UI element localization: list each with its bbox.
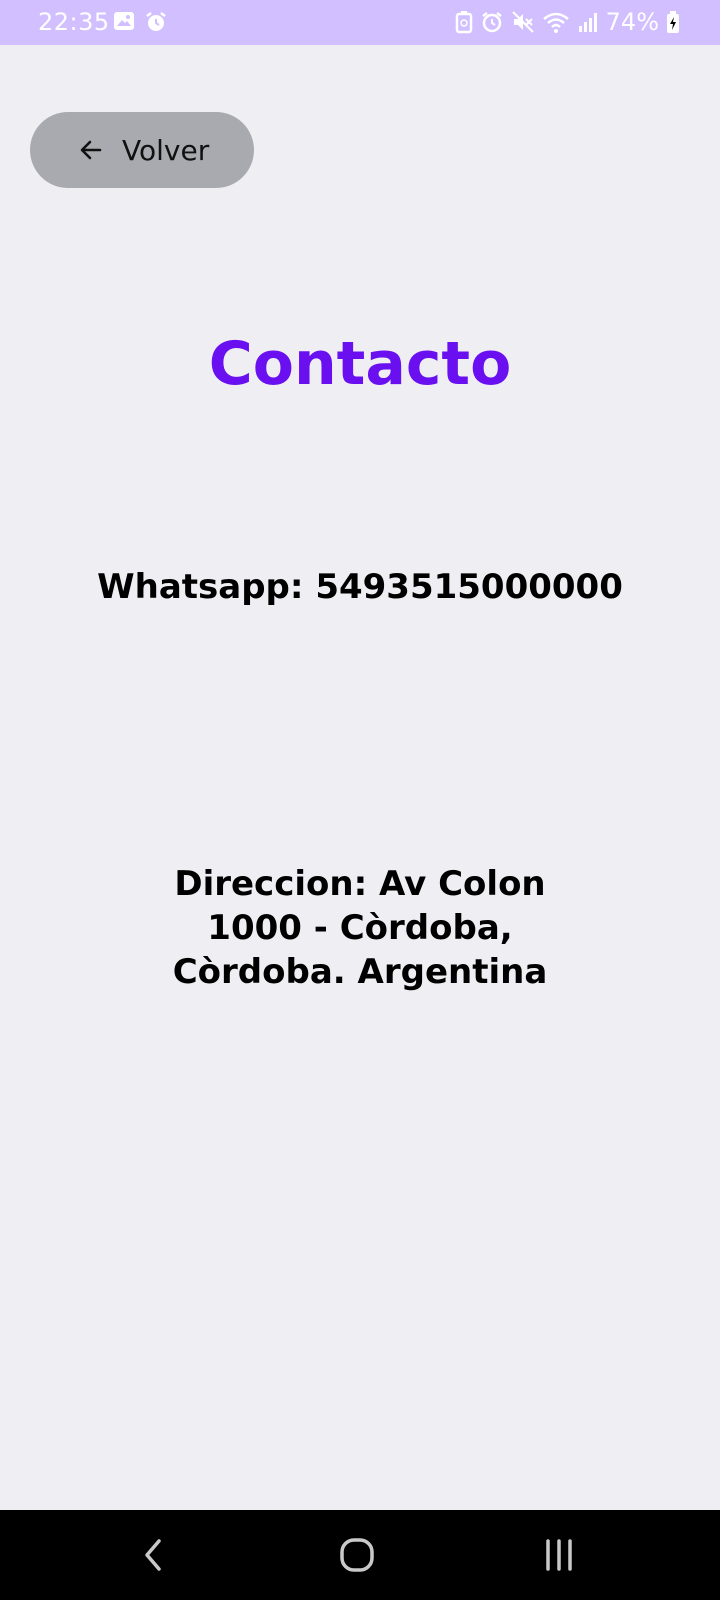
wifi-icon (542, 10, 570, 34)
recents-nav-icon[interactable] (529, 1530, 589, 1580)
battery-saver-icon (455, 10, 473, 34)
whatsapp-contact: Whatsapp: 5493515000000 (97, 567, 623, 607)
status-left-icons (113, 10, 168, 34)
arrow-left-icon (78, 137, 104, 163)
status-time: 22:35 (38, 8, 110, 36)
battery-percentage: 74% (605, 8, 659, 36)
home-nav-icon[interactable] (327, 1530, 387, 1580)
back-nav-icon[interactable] (124, 1530, 184, 1580)
alarm-icon (480, 10, 504, 34)
status-bar: 22:35 74% (0, 0, 720, 45)
battery-charging-icon (666, 10, 680, 34)
back-button[interactable]: Volver (30, 112, 254, 188)
image-icon (113, 10, 135, 34)
page-title: Contacto (208, 329, 512, 399)
status-right: 74% (455, 7, 680, 37)
signal-icon (577, 10, 599, 34)
alarm-icon (144, 10, 168, 34)
address-contact: Direccion: Av Colon 1000 - Còrdoba, Còrd… (172, 864, 548, 992)
mute-icon (511, 10, 535, 34)
navigation-bar (0, 1510, 720, 1600)
back-button-label: Volver (122, 133, 210, 167)
